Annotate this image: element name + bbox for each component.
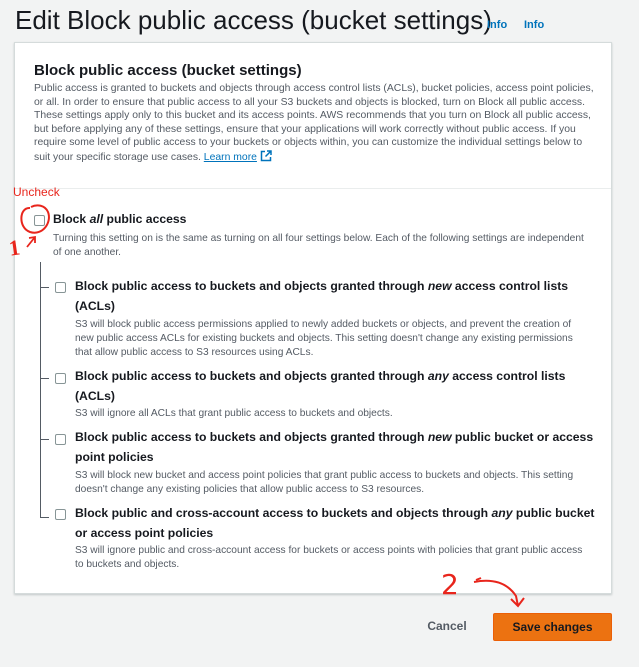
annotation-markup	[20, 204, 525, 608]
annotation-circle	[20, 204, 50, 234]
annotation-arrow-1	[26, 235, 36, 248]
annotation-arrow-2	[473, 579, 525, 608]
annotation-step-2: 2	[441, 568, 459, 601]
annotation-arrow-2-tick	[475, 577, 482, 581]
